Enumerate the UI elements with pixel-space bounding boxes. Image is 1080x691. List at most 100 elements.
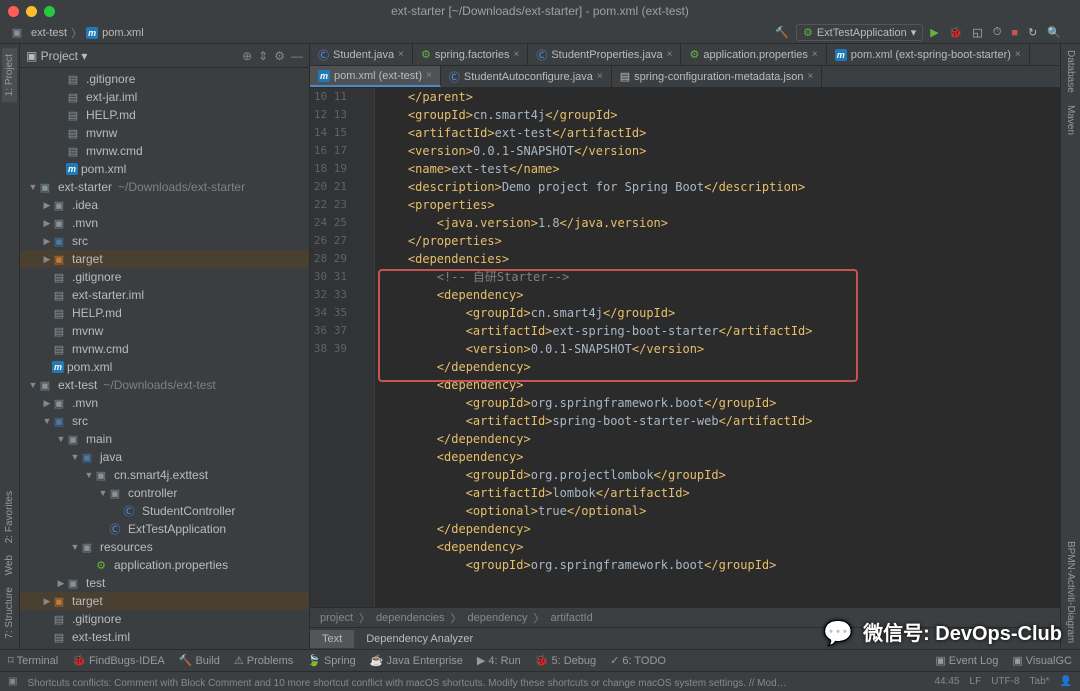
collapse-icon[interactable]: ⇕: [258, 49, 268, 63]
editor-tab[interactable]: mpom.xml (ext-test)×: [310, 66, 441, 87]
tree-item[interactable]: ▶▣.idea: [20, 196, 309, 214]
tool-database[interactable]: Database: [1063, 44, 1078, 99]
tool-web[interactable]: Web: [2, 549, 17, 581]
cursor-position[interactable]: 44:45: [934, 676, 959, 687]
tree-item[interactable]: ▼▣main: [20, 430, 309, 448]
project-view-selector[interactable]: ▣ Project ▾: [26, 49, 87, 63]
tool-structure[interactable]: 7: Structure: [2, 581, 17, 645]
tree-item[interactable]: ▶▣target: [20, 250, 309, 268]
editor-tab[interactable]: ▤spring-configuration-metadata.json×: [612, 66, 823, 87]
breadcrumb-file[interactable]: mpom.xml: [86, 27, 144, 39]
tree-item[interactable]: ⒸStudentController: [20, 502, 309, 520]
status-icon[interactable]: ▣: [8, 676, 17, 687]
gear-icon[interactable]: ⚙: [274, 49, 285, 63]
bottom-tool[interactable]: 🐞5: Debug: [535, 654, 596, 667]
tree-item[interactable]: ▤ext-test.iml: [20, 628, 309, 646]
mode-tab[interactable]: Dependency Analyzer: [354, 630, 485, 648]
tree-item[interactable]: ▶▣.mvn: [20, 394, 309, 412]
breadcrumb-segment[interactable]: project: [320, 612, 353, 624]
mode-tab[interactable]: Text: [310, 630, 354, 648]
minimize-icon[interactable]: [26, 6, 37, 17]
editor-tab[interactable]: ⒸStudentProperties.java×: [528, 44, 681, 65]
tree-item[interactable]: ▼▣ext-starter~/Downloads/ext-starter: [20, 178, 309, 196]
tree-item[interactable]: ▤.gitignore: [20, 268, 309, 286]
bottom-tool[interactable]: ▣VisualGC: [1012, 654, 1072, 667]
tree-item[interactable]: ▶▣test: [20, 574, 309, 592]
tree-item[interactable]: ⒸExtTestApplication: [20, 520, 309, 538]
tree-item[interactable]: ▤ext-jar.iml: [20, 88, 309, 106]
bottom-tool[interactable]: ▶4: Run: [477, 654, 521, 667]
bottom-tool[interactable]: 🔨Build: [179, 654, 220, 667]
tree-item[interactable]: ▤mvnw.cmd: [20, 340, 309, 358]
right-tool-strip: Database Maven BPMN-Activiti-Diagram: [1060, 44, 1080, 649]
tree-item[interactable]: ▤.gitignore: [20, 610, 309, 628]
tree-item[interactable]: ⚙application.properties: [20, 556, 309, 574]
hammer-icon[interactable]: 🔨: [772, 26, 792, 39]
search-icon[interactable]: 🔍: [1044, 26, 1064, 39]
tree-item[interactable]: ▼▣src: [20, 412, 309, 430]
status-message: Shortcuts conflicts: Comment with Block …: [27, 674, 787, 689]
bottom-tool[interactable]: ▣Event Log: [935, 654, 998, 667]
encoding[interactable]: UTF-8: [991, 676, 1019, 687]
bottom-tool[interactable]: ☕Java Enterprise: [370, 654, 463, 667]
tree-item[interactable]: ▶▣target: [20, 592, 309, 610]
breadcrumb-root[interactable]: ▣ext-test: [10, 26, 67, 39]
tree-item[interactable]: ▼▣controller: [20, 484, 309, 502]
close-tab-icon: ×: [812, 49, 818, 60]
tool-favorites[interactable]: 2: Favorites: [2, 485, 17, 549]
stop-button[interactable]: ■: [1008, 27, 1021, 39]
breadcrumb-segment[interactable]: artifactId: [551, 612, 593, 624]
tree-item[interactable]: ▼▣ext-test~/Downloads/ext-test: [20, 376, 309, 394]
bottom-tool-bar: ⌑Terminal 🐞FindBugs-IDEA 🔨Build ⚠Problems 🍃S…: [0, 649, 1080, 671]
line-separator[interactable]: LF: [970, 676, 982, 687]
close-icon[interactable]: [8, 6, 19, 17]
tree-item[interactable]: ▤HELP.md: [20, 106, 309, 124]
tree-item[interactable]: mpom.xml: [20, 160, 309, 178]
tree-item[interactable]: ▼▣resources: [20, 538, 309, 556]
close-tab-icon: ×: [426, 70, 432, 81]
inspector-icon[interactable]: 👤: [1060, 676, 1072, 687]
line-gutter[interactable]: 10 11 12 13 14 15 16 17 18 19 20 21 22 2…: [310, 88, 355, 607]
debug-button[interactable]: 🐞: [946, 26, 966, 39]
profile-button[interactable]: ⏱: [990, 26, 1005, 39]
tree-item[interactable]: ▤.gitignore: [20, 70, 309, 88]
status-bar: ▣ Shortcuts conflicts: Comment with Bloc…: [0, 671, 1080, 691]
tree-item[interactable]: mpom.xml: [20, 358, 309, 376]
bottom-tool[interactable]: 🍃Spring: [307, 654, 356, 667]
tree-item[interactable]: ▶▣.mvn: [20, 214, 309, 232]
code-area[interactable]: </parent> <groupId>cn.smart4j</groupId> …: [375, 88, 1060, 607]
maximize-icon[interactable]: [44, 6, 55, 17]
hide-icon[interactable]: —: [291, 49, 303, 63]
bottom-tool[interactable]: ✓6: TODO: [610, 654, 666, 667]
editor-tab[interactable]: ⒸStudent.java×: [310, 44, 413, 65]
tree-item[interactable]: ▤mvnw: [20, 322, 309, 340]
tree-item[interactable]: ▼▣java: [20, 448, 309, 466]
tree-item[interactable]: ▼▣cn.smart4j.exttest: [20, 466, 309, 484]
tree-item[interactable]: ▤ext-starter.iml: [20, 286, 309, 304]
editor-tab[interactable]: ⚙application.properties×: [681, 44, 826, 65]
tree-item[interactable]: ▤mvnw.cmd: [20, 142, 309, 160]
locate-icon[interactable]: ⊕: [242, 49, 252, 63]
indent[interactable]: Tab*: [1030, 676, 1050, 687]
window-controls: [8, 6, 55, 17]
bottom-tool[interactable]: ⚠Problems: [234, 654, 293, 667]
close-tab-icon: ×: [808, 71, 814, 82]
tree-item[interactable]: ▤HELP.md: [20, 304, 309, 322]
tree-item[interactable]: ▶▣src: [20, 232, 309, 250]
project-tree[interactable]: ▤.gitignore▤ext-jar.iml▤HELP.md▤mvnw▤mvn…: [20, 68, 309, 649]
tool-bpmn[interactable]: BPMN-Activiti-Diagram: [1063, 535, 1078, 649]
coverage-button[interactable]: ◱: [969, 26, 985, 39]
bottom-tool[interactable]: ⌑Terminal: [8, 654, 58, 667]
update-button[interactable]: ↻: [1025, 26, 1040, 39]
tree-item[interactable]: ▤mvnw: [20, 124, 309, 142]
editor-tab[interactable]: ⒸStudentAutoconfigure.java×: [441, 66, 612, 87]
editor-tab[interactable]: ⚙spring.factories×: [413, 44, 528, 65]
breadcrumb-segment[interactable]: dependency: [468, 612, 528, 624]
tool-project[interactable]: 1: Project: [2, 48, 17, 102]
bottom-tool[interactable]: 🐞FindBugs-IDEA: [72, 654, 165, 667]
editor-tab[interactable]: mpom.xml (ext-spring-boot-starter)×: [827, 44, 1030, 65]
run-config-selector[interactable]: ⚙ExtTestApplication▾: [796, 24, 923, 41]
breadcrumb-segment[interactable]: dependencies: [376, 612, 445, 624]
run-button[interactable]: ▶: [927, 26, 941, 39]
tool-maven[interactable]: Maven: [1063, 99, 1078, 141]
